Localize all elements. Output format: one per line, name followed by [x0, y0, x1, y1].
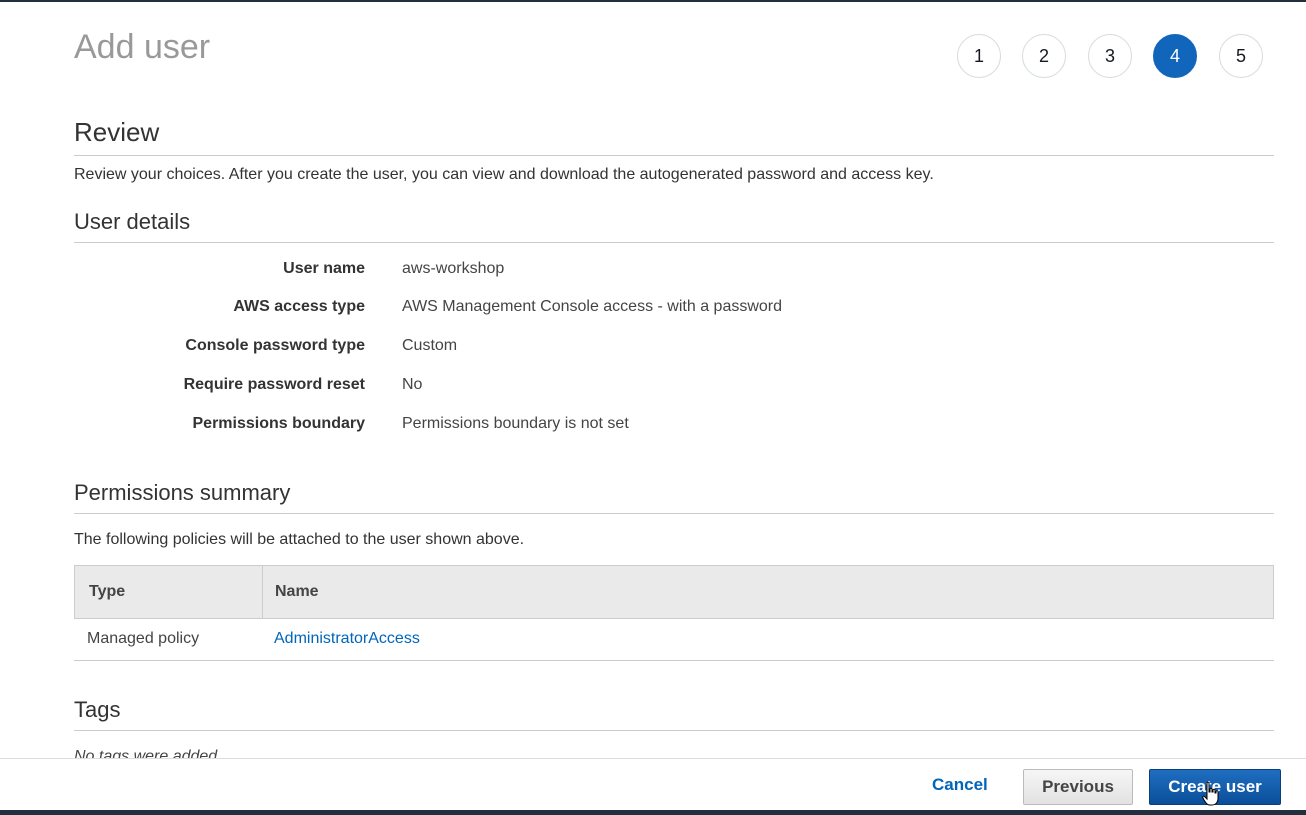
tags-empty-text: No tags were added. — [74, 748, 222, 758]
cancel-button[interactable]: Cancel — [922, 775, 998, 795]
detail-value-access-type: AWS Management Console access - with a p… — [402, 298, 783, 315]
detail-label-password-reset: Require password reset — [183, 376, 365, 393]
user-details-divider — [74, 242, 1274, 243]
detail-label-password-type: Console password type — [185, 337, 365, 354]
detail-label-permissions-boundary: Permissions boundary — [192, 415, 366, 432]
step-4-active: 4 — [1153, 34, 1197, 78]
review-divider — [74, 155, 1274, 156]
column-divider — [262, 566, 263, 618]
column-header-name[interactable]: Name — [275, 583, 319, 601]
top-border — [0, 0, 1306, 2]
tags-heading: Tags — [74, 697, 121, 722]
permissions-description: The following policies will be attached … — [74, 531, 525, 548]
detail-value-password-reset: No — [402, 376, 423, 393]
detail-value-permissions-boundary: Permissions boundary is not set — [402, 415, 629, 432]
tags-divider — [74, 730, 1274, 731]
step-2[interactable]: 2 — [1022, 34, 1066, 78]
hand-pointer-icon — [1202, 781, 1219, 806]
policy-link[interactable]: AdministratorAccess — [274, 630, 420, 648]
user-details-heading: User details — [74, 209, 191, 234]
step-1[interactable]: 1 — [957, 34, 1001, 78]
step-3[interactable]: 3 — [1088, 34, 1132, 78]
previous-button[interactable]: Previous — [1023, 769, 1133, 805]
table-header: Type Name — [74, 565, 1274, 619]
detail-label-access-type: AWS access type — [233, 298, 365, 315]
cell-policy-type: Managed policy — [87, 630, 200, 647]
review-heading: Review — [74, 117, 160, 147]
column-header-type[interactable]: Type — [89, 583, 125, 601]
permissions-divider — [74, 513, 1274, 514]
footer-action-bar: Cancel Previous Create user — [0, 758, 1306, 811]
detail-label-user-name: User name — [283, 260, 365, 277]
bottom-border — [0, 810, 1306, 815]
detail-value-password-type: Custom — [402, 337, 458, 354]
table-row: Managed policy AdministratorAccess — [74, 619, 1274, 661]
page-title: Add user — [74, 28, 211, 66]
permissions-summary-heading: Permissions summary — [74, 480, 291, 505]
review-description: Review your choices. After you create th… — [74, 166, 934, 183]
detail-value-user-name: aws-workshop — [402, 260, 505, 277]
step-5: 5 — [1219, 34, 1263, 78]
